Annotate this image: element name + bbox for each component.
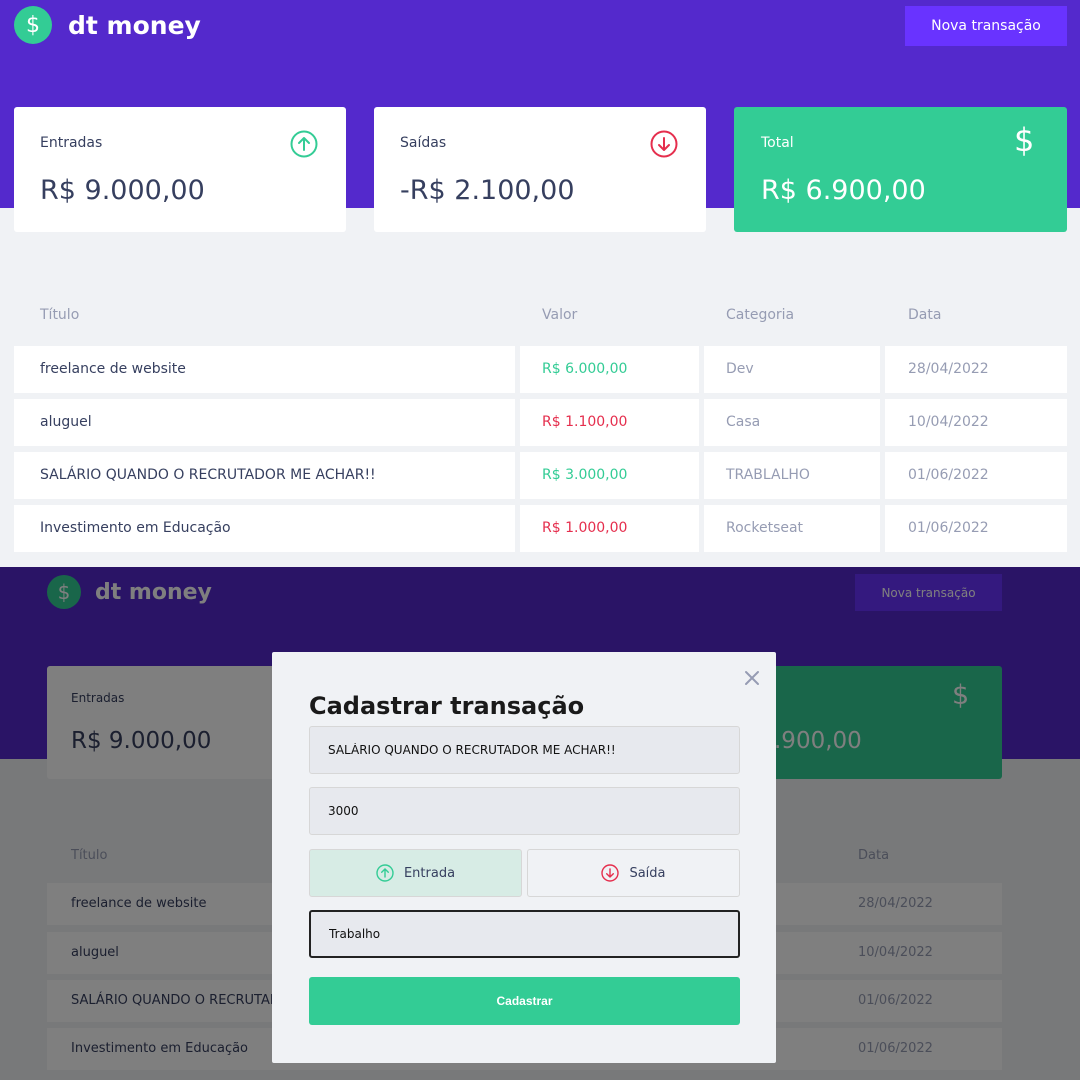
col-title-header: Título: [40, 307, 80, 323]
row-date: 01/06/2022: [908, 520, 989, 536]
table-row: aluguel R$ 1.100,00 Casa 10/04/2022: [14, 399, 1067, 446]
table-row: freelance de website R$ 6.000,00 Dev 28/…: [14, 346, 1067, 393]
brand-name: dt money: [68, 10, 201, 40]
row-title: Investimento em Educação: [40, 520, 231, 536]
row-amount: R$ 1.100,00: [542, 414, 628, 430]
category-input[interactable]: [309, 910, 740, 958]
outcome-value: -R$ 2.100,00: [400, 175, 575, 206]
row-title: freelance de website: [40, 361, 186, 377]
dollar-logo-icon: $: [14, 6, 52, 44]
new-transaction-modal: Cadastrar transação Entrada Saída Cadast…: [272, 652, 776, 1063]
amount-input[interactable]: [309, 787, 740, 835]
total-value: R$ 6.900,00: [761, 175, 926, 206]
row-title: SALÁRIO QUANDO O RECRUTADOR ME ACHAR!!: [40, 467, 376, 483]
dashboard-screen: $ dt money Nova transação Entradas R$ 9.…: [0, 0, 1080, 567]
income-value: R$ 9.000,00: [40, 175, 205, 206]
row-category: TRABLALHO: [726, 467, 810, 483]
dollar-icon: $: [1014, 121, 1035, 159]
row-title: aluguel: [40, 414, 92, 430]
outcome-label: Saídas: [400, 135, 447, 151]
income-card: Entradas R$ 9.000,00: [14, 107, 346, 232]
row-date: 10/04/2022: [908, 414, 989, 430]
col-date-header: Data: [908, 307, 942, 323]
withdraw-type-button[interactable]: Saída: [527, 849, 740, 897]
row-category: Dev: [726, 361, 754, 377]
col-amount-header: Valor: [542, 307, 578, 323]
modal-screen: $ dt money Nova transação Entradas R$ 9.…: [0, 567, 1080, 1080]
row-amount: R$ 6.000,00: [542, 361, 628, 377]
modal-title: Cadastrar transação: [309, 692, 585, 720]
row-category: Casa: [726, 414, 761, 430]
title-input[interactable]: [309, 726, 740, 774]
total-card: Total $ R$ 6.900,00: [734, 107, 1067, 232]
logo: $ dt money: [14, 6, 201, 44]
arrow-down-circle-icon: [650, 130, 678, 158]
row-date: 28/04/2022: [908, 361, 989, 377]
deposit-label: Entrada: [403, 865, 456, 881]
outcome-card: Saídas -R$ 2.100,00: [374, 107, 706, 232]
row-amount: R$ 3.000,00: [542, 467, 628, 483]
col-category-header: Categoria: [726, 307, 795, 323]
row-amount: R$ 1.000,00: [542, 520, 628, 536]
deposit-type-button[interactable]: Entrada: [309, 849, 522, 897]
arrow-up-circle-icon: [290, 130, 318, 158]
arrow-up-circle-icon: [376, 864, 394, 882]
row-category: Rocketseat: [726, 520, 804, 536]
row-date: 01/06/2022: [908, 467, 989, 483]
total-label: Total: [761, 135, 794, 151]
income-label: Entradas: [40, 135, 103, 151]
submit-button[interactable]: Cadastrar: [309, 977, 740, 1025]
table-row: Investimento em Educação R$ 1.000,00 Roc…: [14, 505, 1067, 552]
withdraw-label: Saída: [629, 865, 666, 881]
arrow-down-circle-icon: [601, 864, 620, 882]
close-icon[interactable]: [742, 668, 762, 688]
new-transaction-button[interactable]: Nova transação: [905, 6, 1067, 46]
table-row: SALÁRIO QUANDO O RECRUTADOR ME ACHAR!! R…: [14, 452, 1067, 499]
